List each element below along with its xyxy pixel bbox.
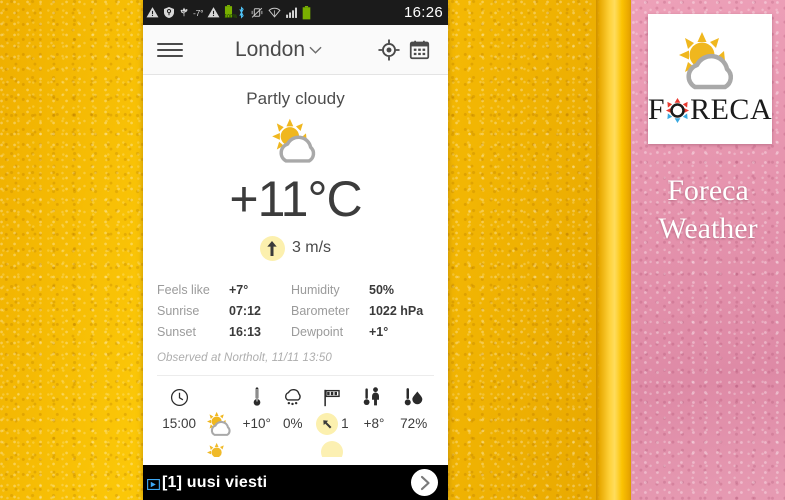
clock-icon — [157, 383, 201, 407]
forecast-time-partial — [157, 441, 201, 457]
wind-flag-icon — [310, 383, 354, 407]
vibrate-mute-icon — [250, 6, 264, 19]
detail-val-barometer: 1022 hPa — [369, 303, 424, 318]
forecast-weather-icon-cell — [201, 407, 238, 441]
forecast-row[interactable]: 15:00 +10° 0% 1 +8° 72% — [157, 407, 434, 441]
partly-cloudy-icon — [271, 118, 315, 163]
humidity-icon — [393, 383, 434, 407]
calendar-icon — [409, 40, 429, 60]
logo-letter-c: C — [729, 93, 750, 126]
battery-green-icon: 100% — [224, 4, 238, 21]
phone-screen: -7° 100% 16:26 London Partly cloudy +11°… — [143, 0, 448, 500]
poster-caption-line1: Foreca — [667, 174, 749, 207]
status-icons-group: -7° 100% — [146, 4, 401, 21]
cpu-temperature-text: -7° — [193, 7, 204, 18]
weather-details-table: Feels like +7° Humidity 50% Sunrise 07:1… — [157, 283, 434, 339]
current-wind: 3 m/s — [157, 235, 434, 261]
scene-photo: F R E C A Foreca Weather -7° 100% 16:26 … — [0, 0, 785, 500]
hourly-forecast-strip[interactable]: 15:00 +10° 0% 1 +8° 72% — [157, 374, 434, 457]
wind-arrow-icon — [267, 240, 278, 256]
usb-icon — [179, 6, 189, 19]
hamburger-menu-icon[interactable] — [157, 42, 183, 57]
detail-key-sunrise: Sunrise — [157, 303, 200, 318]
weather-column-spacer — [201, 383, 238, 407]
detail-key-feels-like: Feels like — [157, 282, 210, 297]
forecast-row-clipped[interactable] — [157, 440, 434, 457]
logo-letter-a: A — [749, 93, 773, 126]
wind-arrow-icon — [323, 419, 332, 428]
condition-text: Partly cloudy — [246, 89, 345, 108]
shield-icon — [163, 6, 175, 19]
detail-key-sunset: Sunset — [157, 324, 196, 339]
wind-speed-text: 3 m/s — [291, 239, 332, 256]
crosshair-location-icon — [378, 38, 400, 61]
signal-bars-icon — [285, 6, 298, 19]
locate-button[interactable] — [374, 38, 404, 61]
poster-caption-line2: Weather — [658, 212, 758, 246]
ad-cta-button[interactable] — [411, 469, 438, 496]
forecast-wind-partial — [310, 440, 354, 457]
app-bar: London — [143, 25, 448, 75]
detail-key-dewpoint: Dewpoint — [291, 324, 344, 339]
bluetooth-icon — [237, 6, 246, 19]
chevron-down-icon — [309, 46, 322, 54]
precipitation-cloud-icon — [275, 383, 310, 407]
forecast-temperature: +10° — [242, 416, 271, 431]
detail-val-feels-like: +7° — [229, 282, 249, 297]
forecast-wind-direction-badge — [316, 412, 339, 435]
detail-val-sunset: 16:13 — [229, 324, 261, 339]
logo-letter-e: E — [710, 93, 730, 126]
wall-corner-edge — [596, 0, 632, 500]
forecast-wind-cell: 1 — [310, 407, 354, 441]
weather-content: Partly cloudy +11°C 3 m/s Feels like +7°… — [143, 75, 448, 465]
feels-like-icon — [355, 383, 394, 407]
foreca-logo-icon — [679, 32, 733, 90]
forecast-wind-speed: 1 — [341, 416, 349, 431]
detail-val-humidity: 50% — [369, 282, 395, 297]
forecast-humidity: 72% — [400, 416, 428, 431]
sun-o-icon — [666, 97, 690, 123]
detail-key-barometer: Barometer — [291, 303, 350, 318]
forecast-precipitation: 0% — [282, 416, 303, 431]
poster-caption: Foreca Weather — [631, 172, 785, 249]
current-weather-icon-wrap — [157, 115, 434, 167]
calendar-button[interactable] — [404, 39, 434, 60]
partly-cloudy-icon — [206, 442, 224, 457]
forecast-feels-like: +8° — [363, 416, 385, 431]
forecast-time: 15:00 — [162, 416, 197, 431]
forecast-humidity-partial — [393, 441, 434, 457]
logo-letter-f: F — [647, 93, 666, 126]
ad-banner[interactable]: [1] uusi viesti — [143, 465, 448, 500]
city-name: London — [234, 37, 306, 61]
logo-letter-r: R — [690, 93, 711, 126]
partly-cloudy-icon — [206, 411, 231, 436]
forecast-feels-partial — [355, 441, 394, 457]
detail-val-dewpoint: +1° — [369, 324, 389, 339]
detail-key-humidity: Humidity — [291, 282, 340, 297]
battery-percent-text: 100% — [224, 13, 238, 20]
warning-triangle-icon — [146, 6, 159, 19]
wind-direction-badge — [259, 235, 285, 261]
foreca-poster: F R E C A — [648, 14, 772, 144]
city-selector[interactable]: London — [183, 38, 374, 62]
ad-message: [1] uusi viesti — [162, 473, 268, 491]
chevron-right-icon — [420, 475, 430, 490]
status-clock: 16:26 — [403, 4, 443, 21]
forecast-header-icons — [157, 383, 434, 407]
adchoices-icon[interactable] — [147, 477, 160, 491]
observation-note: Observed at Northolt, 11/11 13:50 — [157, 351, 332, 364]
forecast-wind-direction-badge — [321, 440, 344, 457]
forecast-weather-icon-partial — [201, 441, 238, 457]
android-status-bar: -7° 100% 16:26 — [143, 0, 448, 25]
thermometer-icon — [238, 383, 275, 407]
forecast-temp-partial — [238, 441, 275, 457]
wifi-icon — [268, 6, 281, 19]
battery-icon — [302, 5, 311, 20]
foreca-wordmark: F R E C A — [648, 93, 772, 127]
warning-triangle-icon — [207, 6, 220, 19]
detail-val-sunrise: 07:12 — [229, 303, 261, 318]
forecast-precip-partial — [275, 441, 310, 457]
current-temperature: +11°C — [229, 171, 362, 227]
